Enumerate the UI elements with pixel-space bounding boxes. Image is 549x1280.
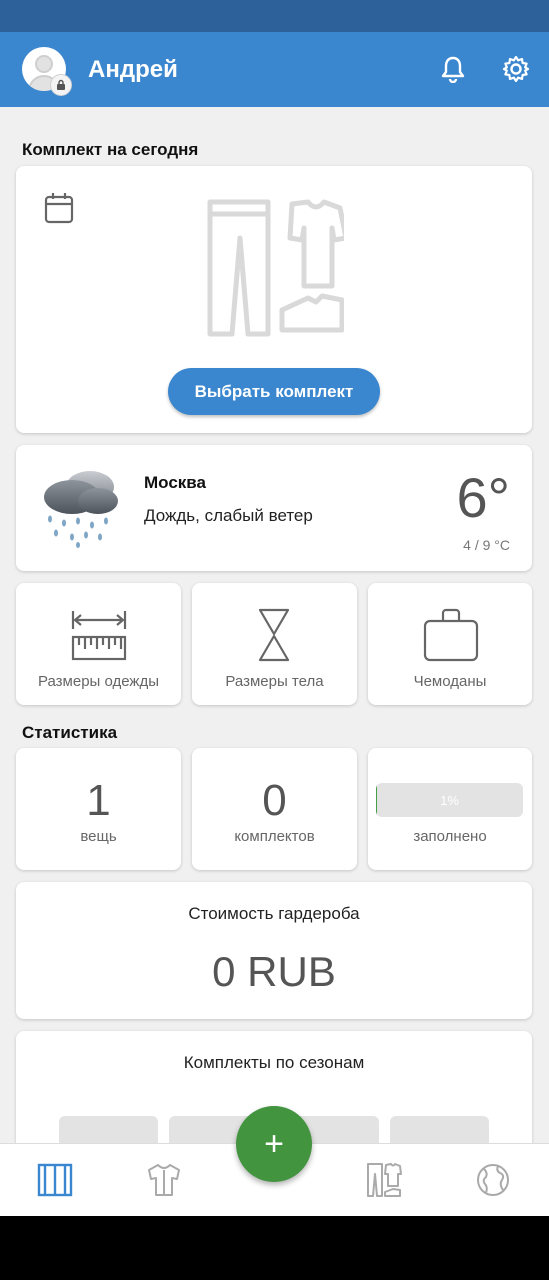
section-title-statistics: Статистика — [22, 723, 118, 742]
stat-filled[interactable]: 1% заполнено — [368, 748, 532, 870]
status-bar — [0, 0, 549, 32]
stat-items[interactable]: 1 вещь — [16, 748, 181, 870]
wardrobe-cost-card[interactable]: Стоимость гардероба 0 RUB — [16, 882, 532, 1019]
outfit-today-card[interactable]: Выбрать комплект — [16, 166, 532, 433]
tile-label: Размеры одежды — [37, 673, 159, 690]
stat-outfits[interactable]: 0 комплектов — [192, 748, 357, 870]
add-button[interactable]: + — [236, 1106, 312, 1182]
weather-description: Дождь, слабый ветер — [144, 506, 313, 525]
outfit-placeholder-icon — [204, 198, 349, 343]
tile-label: Размеры тела — [225, 673, 324, 690]
section-title-outfit-today: Комплект на сегодня — [22, 140, 199, 159]
stat-items-label: вещь — [80, 828, 117, 845]
wardrobe-icon[interactable] — [35, 1160, 75, 1200]
rain-cloud-icon — [38, 465, 122, 554]
progress-text: 1% — [440, 792, 459, 808]
stat-items-count: 1 — [86, 776, 111, 825]
weather-temp-range: 4 / 9 °C — [463, 537, 510, 553]
tile-clothing-sizes[interactable]: Размеры одежды — [16, 583, 181, 705]
wardrobe-cost-value: 0 RUB — [212, 948, 336, 995]
stat-outfits-count: 0 — [262, 776, 287, 825]
ruler-icon — [71, 607, 127, 668]
tile-body-sizes[interactable]: Размеры тела — [192, 583, 357, 705]
stat-outfits-label: комплектов — [234, 828, 315, 845]
globe-icon[interactable] — [473, 1160, 513, 1200]
lock-icon — [50, 74, 72, 96]
app-bar: Андрей — [0, 32, 549, 107]
filled-progress-bar: 1% — [376, 783, 523, 817]
weather-card[interactable]: Москва Дождь, слабый ветер 6° 4 / 9 °C — [16, 445, 532, 571]
calendar-icon[interactable] — [44, 192, 74, 229]
bell-icon[interactable] — [438, 54, 468, 84]
seasons-title: Комплекты по сезонам — [183, 1053, 365, 1072]
system-navigation-bar — [0, 1216, 549, 1280]
tile-suitcases[interactable]: Чемоданы — [368, 583, 532, 705]
stat-filled-label: заполнено — [413, 828, 487, 845]
hourglass-icon — [257, 607, 291, 668]
wardrobe-cost-title: Стоимость гардероба — [188, 904, 360, 923]
outfit-icon[interactable] — [364, 1160, 404, 1200]
weather-city: Москва — [144, 473, 206, 492]
weather-temperature: 6° — [456, 466, 510, 529]
shirt-icon[interactable] — [144, 1160, 184, 1200]
tile-label: Чемоданы — [413, 673, 487, 690]
gear-icon[interactable] — [501, 54, 531, 84]
suitcase-icon — [423, 607, 479, 668]
choose-outfit-button[interactable]: Выбрать комплект — [168, 368, 380, 415]
user-name[interactable]: Андрей — [88, 56, 178, 84]
